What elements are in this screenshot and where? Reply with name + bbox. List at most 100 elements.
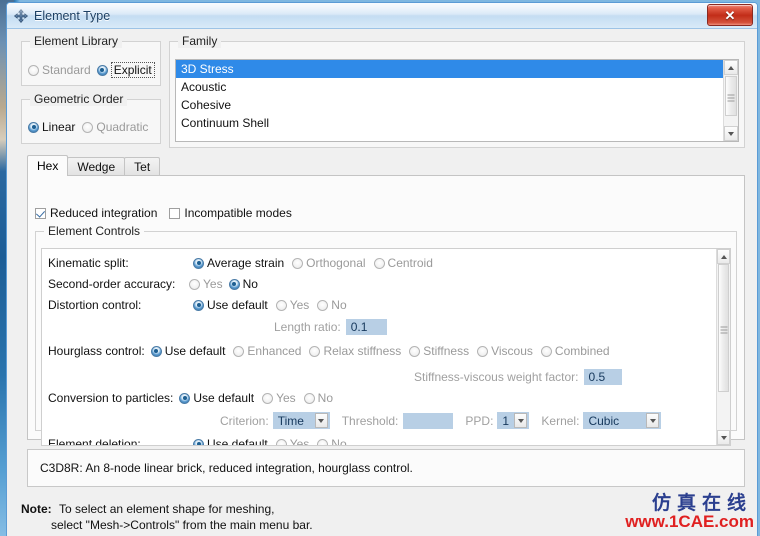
radio-hourglass-viscous[interactable]: Viscous (477, 344, 533, 358)
label-conversion-to-particles: Conversion to particles: (48, 391, 174, 405)
radio-conversion-use-default[interactable]: Use default (179, 391, 254, 405)
family-scrollbar[interactable] (723, 60, 738, 141)
radio-second-order-no[interactable]: No (228, 277, 258, 291)
select-kernel[interactable]: Cubic (583, 412, 662, 429)
radio-label-distortion-no: No (331, 298, 347, 312)
select-criterion[interactable]: Time (272, 412, 330, 429)
radio-dot-conversion-yes (262, 392, 274, 404)
radio-label-hourglass-relax-stiffness: Relax stiffness (323, 344, 402, 358)
radio-conversion-no[interactable]: No (303, 391, 333, 405)
chevron-down-icon[interactable] (314, 413, 328, 428)
radio-label-linear: Linear (42, 120, 76, 134)
radio-quadratic[interactable]: Quadratic (82, 120, 148, 134)
scroll-up-icon[interactable] (717, 249, 730, 264)
radio-dot-hourglass-stiffness (409, 345, 421, 357)
radio-hourglass-combined[interactable]: Combined (540, 344, 610, 358)
radio-deletion-use-default[interactable]: Use default (193, 437, 268, 445)
row-particle-params: Criterion: Time Threshold: PPD: 1 Kernel… (220, 412, 662, 429)
window-title: Element Type (34, 8, 111, 23)
label-threshold: Threshold: (341, 413, 399, 428)
list-item[interactable]: Continuum Shell (176, 114, 738, 132)
family-listbox[interactable]: 3D Stress Acoustic Cohesive Continuum Sh… (175, 59, 739, 142)
checkbox-incompatible-modes[interactable]: Incompatible modes (169, 206, 292, 220)
radio-dot-hourglass-combined (540, 345, 552, 357)
radio-label-hourglass-enhanced: Enhanced (247, 344, 302, 358)
radio-standard[interactable]: Standard (28, 63, 91, 77)
input-stiffness-viscous-weight[interactable]: 0.5 (583, 369, 622, 385)
scrollbar-thumb[interactable] (718, 264, 729, 392)
element-controls-title: Element Controls (44, 224, 145, 238)
select-ppd[interactable]: 1 (497, 412, 530, 429)
select-criterion-value: Time (277, 413, 304, 428)
element-library-group: Element Library Standard Explicit (21, 34, 161, 86)
element-description-text: C3D8R: An 8-node linear brick, reduced i… (40, 461, 413, 475)
chevron-down-icon[interactable] (514, 413, 528, 428)
shape-tabs: Hex Wedge Tet (27, 155, 161, 176)
radio-conversion-yes[interactable]: Yes (262, 391, 296, 405)
radio-label-conversion-use-default: Use default (193, 391, 255, 405)
radio-dot-deletion-no (317, 438, 329, 445)
scrollbar-thumb[interactable] (725, 76, 737, 116)
list-item[interactable]: 3D Stress (176, 60, 738, 78)
scrollbar-grip (720, 325, 727, 334)
input-threshold[interactable] (403, 412, 454, 429)
radio-distortion-use-default[interactable]: Use default (193, 298, 268, 312)
family-title: Family (178, 34, 222, 48)
integration-options-row: Reduced integration Incompatible modes (35, 206, 292, 220)
row-kinematic-split: Kinematic split: Average strain Orthogon… (48, 256, 433, 270)
radio-hourglass-relax-stiffness[interactable]: Relax stiffness (309, 344, 401, 358)
radio-hourglass-use-default[interactable]: Use default (150, 344, 225, 358)
row-length-ratio: Length ratio: 0.1 (274, 319, 387, 335)
radio-hourglass-stiffness[interactable]: Stiffness (409, 344, 469, 358)
radio-dot-distortion-yes (275, 299, 287, 311)
scrollbar-grip (727, 93, 735, 102)
radio-deletion-yes[interactable]: Yes (275, 437, 309, 445)
title-bar[interactable]: Element Type ✕ (7, 3, 757, 29)
geometric-order-group: Geometric Order Linear Quadratic (21, 92, 161, 144)
chevron-down-icon[interactable] (646, 413, 660, 428)
close-button[interactable]: ✕ (707, 4, 753, 26)
radio-second-order-yes[interactable]: Yes (189, 277, 223, 291)
element-controls-scroll-area[interactable]: Kinematic split: Average strain Orthogon… (41, 248, 731, 446)
radio-kinematic-centroid[interactable]: Centroid (373, 256, 433, 270)
tab-tet[interactable]: Tet (124, 157, 161, 176)
checkbox-box-reduced-integration (35, 207, 46, 219)
radio-linear[interactable]: Linear (28, 120, 75, 134)
radio-explicit[interactable]: Explicit (96, 62, 155, 78)
row-second-order-accuracy: Second-order accuracy: Yes No (48, 277, 258, 291)
tab-wedge[interactable]: Wedge (67, 157, 126, 176)
label-hourglass-control: Hourglass control: (48, 344, 145, 358)
radio-label-centroid: Centroid (387, 256, 433, 270)
element-type-dialog: Element Type ✕ 1CAE.COM Element Library … (6, 2, 758, 536)
list-item[interactable]: Acoustic (176, 78, 738, 96)
radio-label-second-order-yes: Yes (203, 277, 223, 291)
radio-dot-deletion-yes (275, 438, 287, 445)
checkbox-reduced-integration[interactable]: Reduced integration (35, 206, 157, 220)
element-controls-scrollbar[interactable] (716, 249, 730, 445)
scroll-down-icon[interactable] (717, 430, 730, 445)
scroll-up-icon[interactable] (724, 60, 738, 75)
input-length-ratio[interactable]: 0.1 (345, 319, 387, 335)
radio-dot-linear (28, 121, 39, 133)
radio-label-hourglass-stiffness: Stiffness (423, 344, 470, 358)
note-line-1: To select an element shape for meshing, (59, 502, 275, 516)
radio-distortion-yes[interactable]: Yes (275, 298, 309, 312)
tab-hex[interactable]: Hex (27, 155, 69, 176)
scroll-down-icon[interactable] (724, 126, 738, 141)
radio-label-deletion-no: No (331, 437, 347, 446)
radio-kinematic-orthogonal[interactable]: Orthogonal (292, 256, 366, 270)
radio-label-quadratic: Quadratic (96, 120, 149, 134)
radio-deletion-no[interactable]: No (317, 437, 347, 446)
radio-kinematic-average-strain[interactable]: Average strain (193, 256, 284, 270)
radio-hourglass-enhanced[interactable]: Enhanced (233, 344, 301, 358)
label-kernel: Kernel: (541, 413, 580, 428)
radio-dot-centroid (373, 257, 385, 269)
radio-label-conversion-yes: Yes (276, 391, 296, 405)
radio-distortion-no[interactable]: No (317, 298, 347, 312)
radio-label-explicit: Explicit (110, 62, 155, 78)
radio-label-hourglass-combined: Combined (554, 344, 610, 358)
list-item[interactable]: Cohesive (176, 96, 738, 114)
radio-dot-deletion-use-default (193, 438, 204, 445)
radio-dot-orthogonal (292, 257, 304, 269)
label-distortion-control: Distortion control: (48, 298, 142, 312)
